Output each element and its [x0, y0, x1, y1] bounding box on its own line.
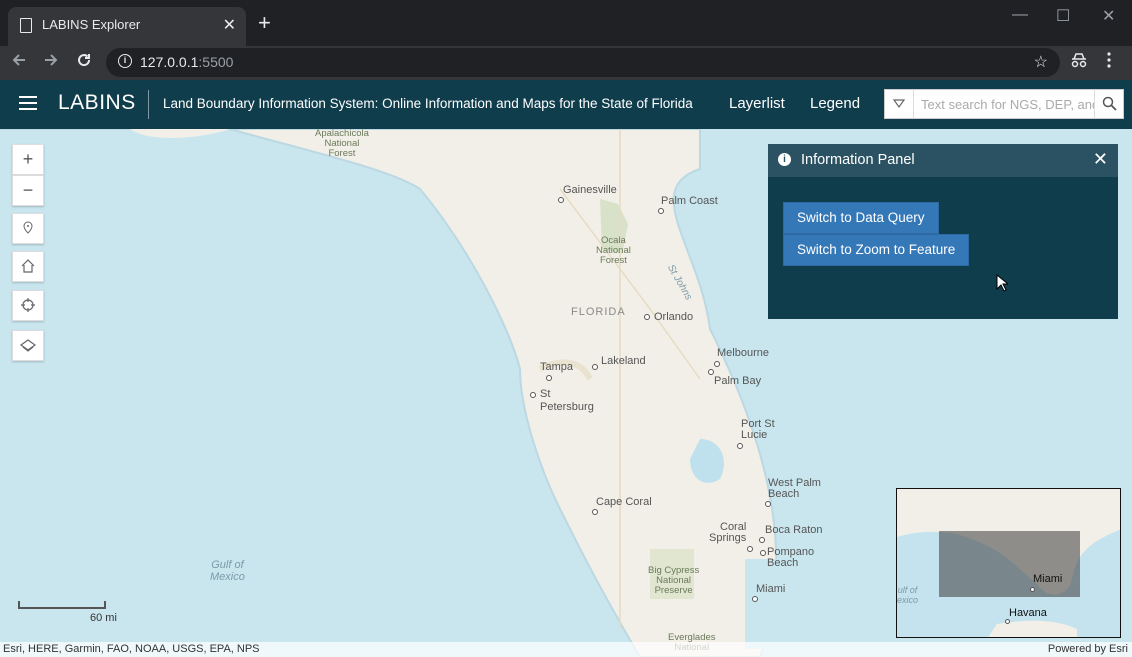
document-icon	[20, 18, 32, 33]
map-label-st-petersburg: St Petersburg	[540, 388, 594, 413]
app-header: LABINS Land Boundary Information System:…	[0, 80, 1132, 129]
city-marker	[1030, 587, 1035, 592]
map-label-apalachicola: Apalachicola National Forest	[315, 129, 369, 159]
window-close-icon[interactable]: ✕	[1102, 6, 1115, 26]
map-label-cape-coral: Cape Coral	[596, 496, 652, 508]
info-icon: i	[778, 153, 791, 166]
city-marker	[737, 443, 743, 449]
locate-button[interactable]	[12, 290, 44, 321]
search-icon[interactable]	[1094, 90, 1123, 118]
map-label-pompano-beach: Pompano Beach	[767, 546, 815, 569]
reload-icon[interactable]	[75, 51, 93, 74]
city-marker	[759, 537, 765, 543]
powered-by-esri[interactable]: Powered by Esri	[1048, 643, 1128, 655]
city-marker	[765, 501, 771, 507]
overview-label-havana: Havana	[1009, 607, 1047, 619]
map-label-ocala: Ocala National Forest	[596, 235, 631, 266]
header-divider	[148, 90, 149, 119]
scale-label: 60 mi	[90, 612, 117, 624]
switch-to-data-query-button[interactable]: Switch to Data Query	[783, 202, 939, 234]
map-label-lakeland: Lakeland	[601, 355, 646, 367]
map-label-tampa: Tampa	[540, 361, 574, 373]
city-marker	[546, 375, 552, 381]
panel-header: i Information Panel ✕	[768, 144, 1118, 177]
address-bar[interactable]: i 127.0.0.1:5500 ☆	[106, 48, 1060, 77]
new-tab-button[interactable]: +	[258, 12, 271, 34]
back-icon[interactable]	[10, 51, 28, 74]
city-marker	[530, 392, 536, 398]
overview-label-miami: Miami	[1033, 573, 1063, 585]
close-icon[interactable]: ✕	[1093, 149, 1108, 170]
map-label-palm-coast: Palm Coast	[661, 195, 718, 207]
map-label-coral-springs: Coral Springs	[709, 521, 747, 544]
legend-link[interactable]: Legend	[810, 95, 860, 112]
overview-extent[interactable]	[939, 531, 1080, 597]
maximize-icon[interactable]: ☐	[1056, 6, 1070, 26]
locate-pin-button[interactable]	[12, 213, 44, 244]
layers-icon	[19, 339, 37, 352]
browser-tab-bar: LABINS Explorer ✕ + — ☐ ✕	[0, 0, 1132, 46]
forward-icon[interactable]	[42, 51, 60, 74]
search-widget	[884, 89, 1124, 119]
map-label-big-cypress: Big Cypress National Preserve	[648, 565, 700, 596]
map-label-gulf-of-mexico: Gulf of Mexico	[210, 559, 245, 583]
map-label-boca-raton: Boca Raton	[765, 524, 823, 536]
city-marker	[658, 208, 664, 214]
map-label-orlando: Orlando	[654, 311, 694, 323]
app-subtitle: Land Boundary Information System: Online…	[163, 96, 693, 111]
city-marker	[747, 546, 753, 552]
information-panel: i Information Panel ✕ Switch to Data Que…	[768, 144, 1118, 319]
browser-toolbar: i 127.0.0.1:5500 ☆	[0, 46, 1132, 80]
hamburger-menu-icon[interactable]	[19, 96, 37, 110]
overview-map[interactable]: Miami Havana ulf of exico	[896, 488, 1121, 638]
city-marker	[752, 596, 758, 602]
url-text: 127.0.0.1:5500	[140, 54, 234, 70]
attribution-text: Esri, HERE, Garmin, FAO, NOAA, USGS, EPA…	[3, 643, 260, 655]
city-marker	[714, 361, 720, 367]
city-marker	[558, 197, 564, 203]
menu-kebab-icon[interactable]	[1106, 52, 1112, 73]
panel-title: Information Panel	[801, 152, 915, 168]
basemap-toggle-button[interactable]	[12, 330, 44, 361]
browser-tab[interactable]: LABINS Explorer ✕	[8, 7, 246, 46]
map-attribution: Esri, HERE, Garmin, FAO, NOAA, USGS, EPA…	[0, 642, 1132, 657]
incognito-icon[interactable]	[1070, 52, 1088, 73]
map-label-west-palm-beach: West Palm Beach	[768, 477, 821, 500]
mouse-cursor-icon	[996, 274, 1008, 292]
pin-icon	[23, 221, 33, 234]
search-input[interactable]	[915, 90, 1095, 118]
brand-title: LABINS	[58, 91, 136, 114]
search-source-dropdown[interactable]	[885, 90, 914, 118]
scale-bar	[18, 601, 106, 609]
map-label-miami: Miami	[756, 583, 786, 595]
city-marker	[644, 314, 650, 320]
city-marker	[592, 364, 598, 370]
map-label-melbourne: Melbourne	[717, 347, 769, 359]
home-icon	[21, 259, 35, 273]
overview-label-gulf: ulf of exico	[897, 585, 919, 605]
crosshair-icon	[21, 298, 35, 312]
city-marker	[760, 550, 766, 556]
city-marker	[592, 509, 598, 515]
site-info-icon[interactable]: i	[118, 54, 132, 68]
home-button[interactable]	[12, 251, 44, 282]
zoom-out-button[interactable]: −	[12, 175, 44, 206]
minimize-icon[interactable]: —	[1012, 6, 1028, 24]
map-label-florida: FLORIDA	[571, 306, 626, 318]
layerlist-link[interactable]: Layerlist	[729, 95, 785, 112]
map-label-palm-bay: Palm Bay	[714, 375, 762, 387]
tab-title: LABINS Explorer	[42, 17, 141, 32]
map-label-gainesville: Gainesville	[563, 184, 617, 196]
bookmark-star-icon[interactable]: ☆	[1034, 52, 1048, 72]
switch-to-zoom-to-feature-button[interactable]: Switch to Zoom to Feature	[783, 234, 970, 266]
map-label-port-st-lucie: Port St Lucie	[741, 418, 775, 441]
tab-close-icon[interactable]: ✕	[223, 15, 236, 35]
city-marker	[1005, 619, 1010, 624]
zoom-in-button[interactable]: +	[12, 144, 44, 175]
